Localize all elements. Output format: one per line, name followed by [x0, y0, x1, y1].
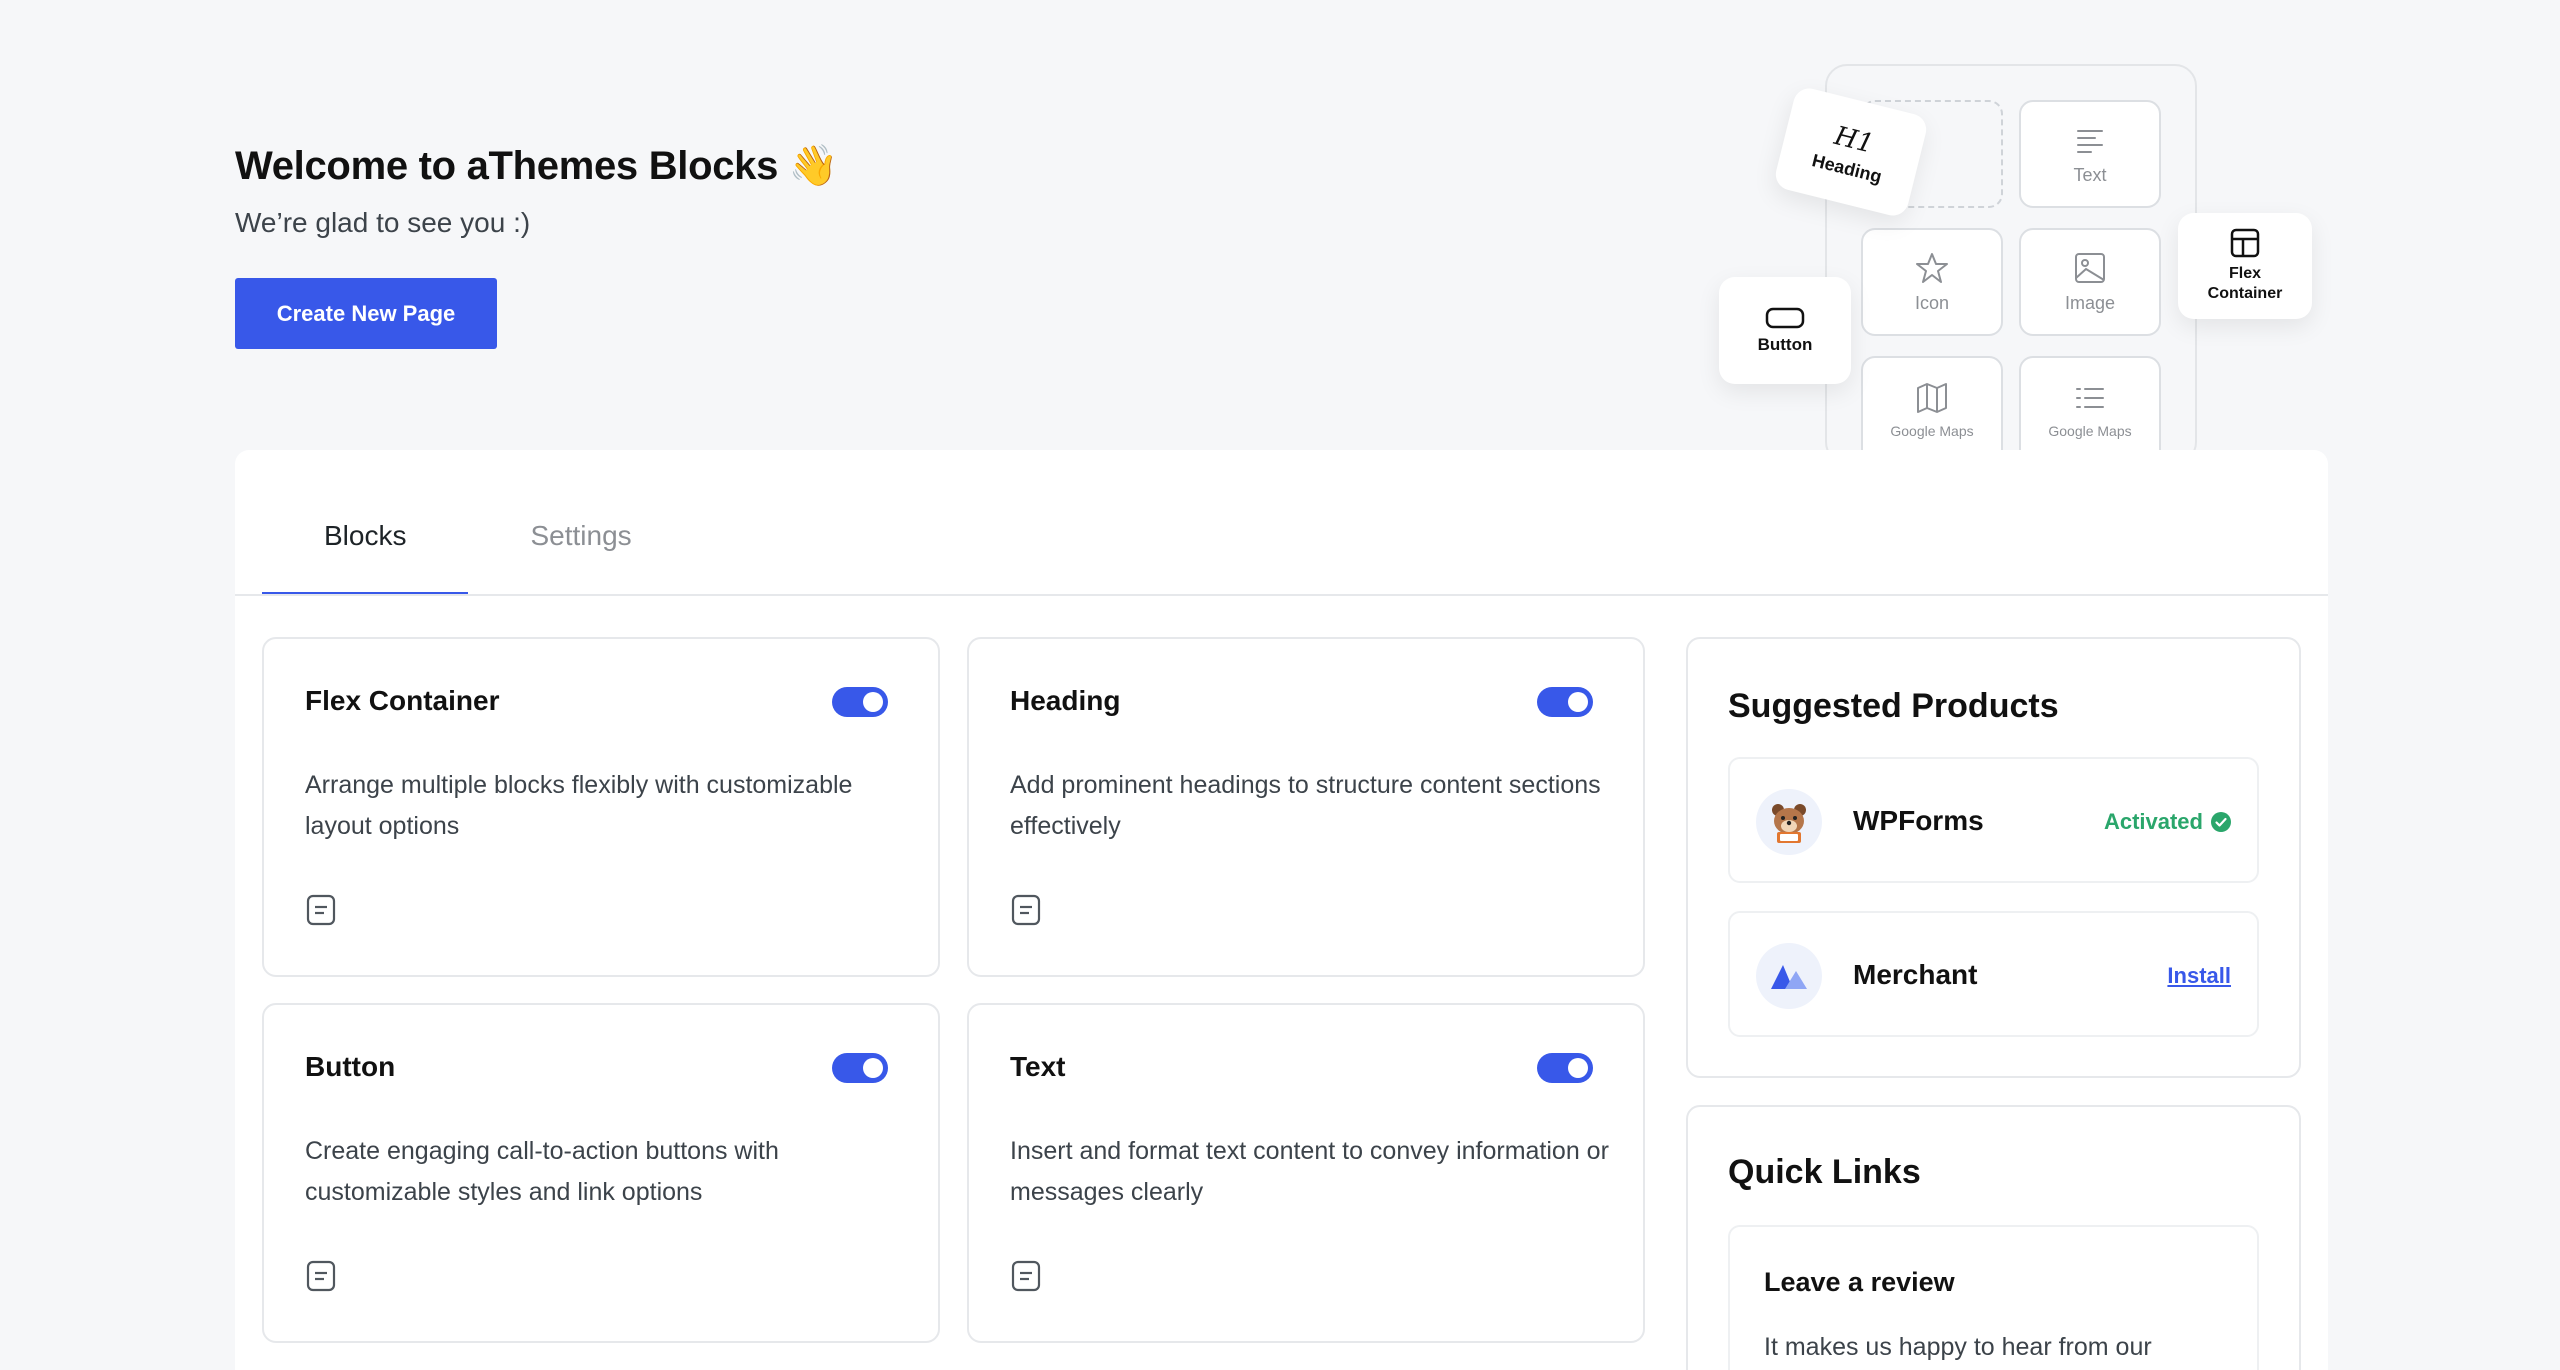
maps-tile-label: Google Maps: [1890, 423, 1974, 439]
block-toggle[interactable]: [1537, 687, 1593, 717]
block-toggle[interactable]: [1537, 1053, 1593, 1083]
check-circle-icon: [2211, 812, 2231, 832]
flex-container-floating-card: Flex Container: [2178, 213, 2312, 319]
flex-card-label-line2: Container: [2207, 285, 2283, 302]
suggested-products-panel: Suggested Products WPForms Activated Mer…: [1686, 637, 2301, 1078]
layout-icon: [2230, 228, 2260, 258]
button-card-label: Button: [1757, 334, 1813, 354]
toggle-knob: [1568, 692, 1588, 712]
text-lines-icon: [2077, 129, 2103, 153]
product-merchant: Merchant Install: [1728, 911, 2259, 1037]
quick-link-card[interactable]: Leave a review It makes us happy to hear…: [1728, 1225, 2259, 1370]
star-icon: [1916, 252, 1948, 283]
button-shape-icon: [1765, 307, 1805, 328]
maps-block-tile-2: Google Maps: [2019, 356, 2161, 464]
toggle-knob: [863, 692, 883, 712]
documentation-icon[interactable]: [1010, 893, 1042, 927]
page-subtitle: We’re glad to see you :): [235, 207, 531, 238]
maps-block-tile: Google Maps: [1861, 356, 2003, 464]
button-floating-card: Button: [1719, 277, 1851, 384]
product-status: Activated: [2104, 809, 2231, 835]
tab-settings[interactable]: Settings: [468, 512, 693, 596]
documentation-icon[interactable]: [305, 1259, 337, 1293]
wpforms-logo: [1756, 789, 1822, 855]
suggested-products-title: Suggested Products: [1728, 687, 2059, 725]
list-icon: [2076, 388, 2104, 408]
block-card-heading: Heading Add prominent headings to struct…: [967, 637, 1645, 977]
documentation-icon[interactable]: [305, 893, 337, 927]
icon-block-tile: Icon: [1861, 228, 2003, 336]
block-title: Flex Container: [305, 685, 500, 716]
map-icon: [1917, 383, 1947, 413]
text-block-tile: Text: [2019, 100, 2161, 208]
image-icon: [2075, 252, 2105, 283]
merchant-logo: [1756, 943, 1822, 1009]
block-title: Text: [1010, 1051, 1066, 1082]
tabs-divider: [235, 594, 2328, 596]
product-wpforms: WPForms Activated: [1728, 757, 2259, 883]
activated-label: Activated: [2103, 809, 2203, 834]
heading-card-label: Heading: [1810, 149, 1884, 187]
block-description: Add prominent headings to structure cont…: [1010, 771, 1601, 840]
product-name: WPForms: [1853, 805, 1984, 836]
quick-link-title: Leave a review: [1764, 1267, 1955, 1297]
block-card-text: Text Insert and format text content to c…: [967, 1003, 1645, 1343]
block-card-flex-container: Flex Container Arrange multiple blocks f…: [262, 637, 940, 977]
merchant-mountain-icon: [1771, 965, 1807, 989]
quick-link-description: It makes us happy to hear from our: [1764, 1333, 2152, 1361]
block-description: Create engaging call-to-action buttons w…: [305, 1137, 779, 1206]
flex-card-label-line1: Flex: [2228, 265, 2261, 282]
block-description: Arrange multiple blocks flexibly with cu…: [305, 771, 853, 840]
documentation-icon[interactable]: [1010, 1259, 1042, 1293]
create-new-page-button[interactable]: Create New Page: [235, 278, 497, 349]
tab-blocks[interactable]: Blocks: [262, 512, 469, 596]
icon-tile-label: Icon: [1914, 292, 1950, 313]
page-title: Welcome to aThemes Blocks 👋: [235, 144, 839, 188]
block-toggle[interactable]: [832, 1053, 888, 1083]
bear-mascot-icon: [1772, 804, 1806, 843]
image-tile-label: Image: [2064, 292, 2116, 313]
block-description: Insert and format text content to convey…: [1010, 1137, 1609, 1206]
quick-links-panel: Quick Links Leave a review It makes us h…: [1686, 1105, 2301, 1370]
text-tile-label: Text: [2073, 164, 2107, 185]
toggle-knob: [1568, 1058, 1588, 1078]
maps-tile-label-2: Google Maps: [2048, 423, 2132, 439]
image-block-tile: Image: [2019, 228, 2161, 336]
toggle-knob: [863, 1058, 883, 1078]
block-title: Button: [305, 1051, 396, 1082]
block-toggle[interactable]: [832, 687, 888, 717]
product-name: Merchant: [1853, 959, 1978, 990]
block-card-button: Button Create engaging call-to-action bu…: [262, 1003, 940, 1343]
tab-bar: Blocks Settings: [262, 512, 694, 596]
quick-links-title: Quick Links: [1728, 1153, 1921, 1191]
h1-icon: H1: [1831, 120, 1877, 160]
block-title: Heading: [1010, 685, 1121, 716]
install-link[interactable]: Install: [2167, 963, 2231, 989]
